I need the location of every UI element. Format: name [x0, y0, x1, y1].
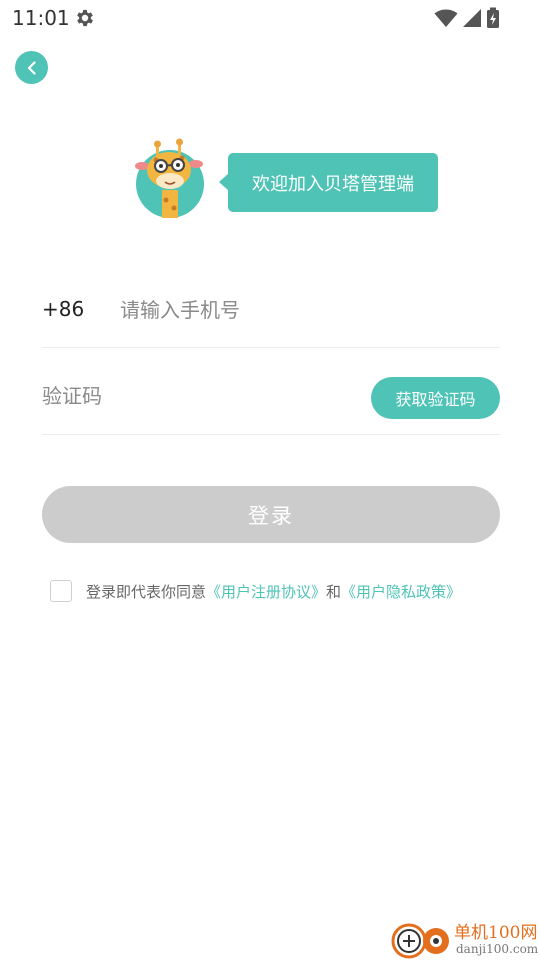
chevron-left-icon — [27, 60, 36, 75]
verification-code-input[interactable] — [42, 378, 342, 414]
phone-input[interactable] — [120, 292, 490, 328]
settings-gear-icon — [77, 9, 93, 27]
user-agreement-link[interactable]: 《用户注册协议》 — [206, 581, 326, 602]
battery-charging-icon — [487, 7, 499, 28]
status-bar: 11:01 — [0, 0, 540, 36]
agreement-prefix: 登录即代表你同意 — [86, 582, 207, 601]
status-icons — [434, 7, 500, 29]
status-time: 11:01 — [12, 6, 70, 30]
watermark-url: danji100.com — [456, 942, 539, 956]
site-watermark: 单机100网 danji100.com — [390, 918, 540, 960]
login-button[interactable]: 登录 — [42, 486, 500, 543]
welcome-bubble: 欢迎加入贝塔管理端 — [219, 153, 438, 212]
agreement-row: 登录即代表你同意 《用户注册协议》 和 《用户隐私政策》 — [50, 580, 461, 602]
agreement-checkbox[interactable] — [50, 580, 72, 602]
get-code-button[interactable]: 获取验证码 — [371, 377, 500, 419]
signal-icon — [463, 9, 481, 27]
giraffe-mascot-icon — [135, 138, 204, 218]
phone-row: +86 — [42, 280, 500, 348]
code-row: 获取验证码 — [42, 362, 500, 435]
watermark-logo-icon — [391, 923, 449, 959]
privacy-policy-link[interactable]: 《用户隐私政策》 — [341, 581, 461, 602]
back-button[interactable] — [15, 51, 48, 84]
country-code[interactable]: +86 — [42, 297, 84, 321]
agreement-conjunction: 和 — [326, 582, 342, 601]
wifi-icon — [434, 9, 458, 27]
watermark-title: 单机100网 — [454, 923, 538, 943]
